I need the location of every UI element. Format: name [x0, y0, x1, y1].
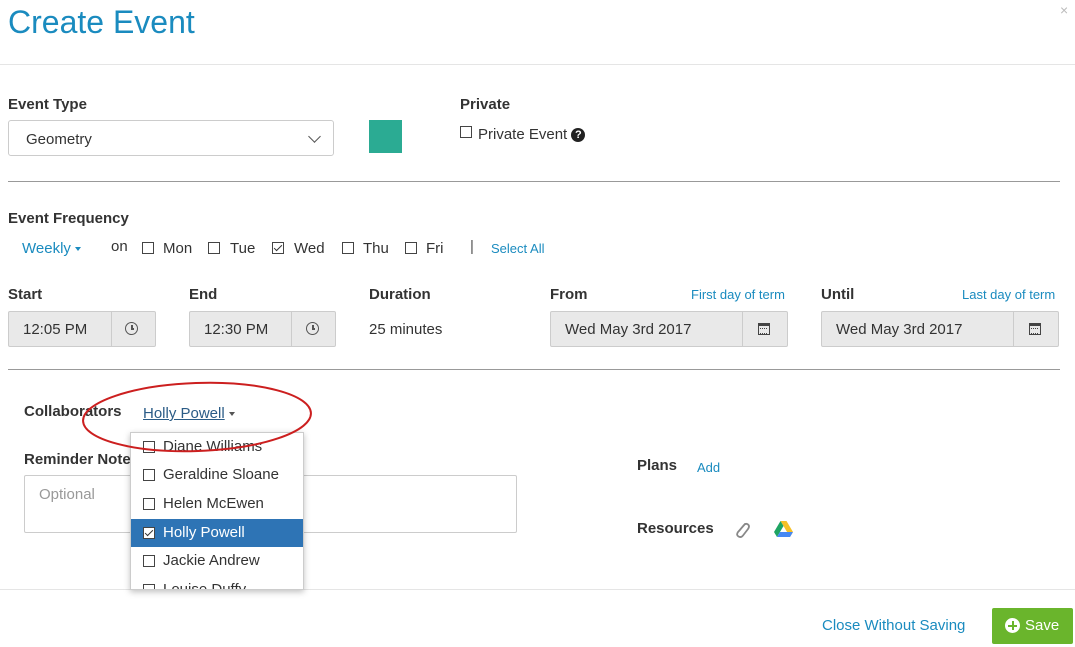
- event-color-swatch[interactable]: [369, 120, 402, 153]
- start-time-separator: [111, 312, 112, 346]
- collaborator-option-selected[interactable]: Holly Powell: [131, 519, 303, 547]
- plus-circle-icon: [1005, 618, 1020, 633]
- start-time-input[interactable]: 12:05 PM: [8, 311, 156, 347]
- end-time-input[interactable]: 12:30 PM: [189, 311, 336, 347]
- day-label-thu: Thu: [363, 240, 389, 257]
- day-checkbox-thu[interactable]: [342, 242, 354, 254]
- save-button[interactable]: Save: [992, 608, 1073, 644]
- until-label: Until: [821, 286, 855, 303]
- reminder-notes-label: Reminder Notes: [24, 451, 140, 468]
- frequency-value: Weekly: [22, 240, 71, 257]
- event-type-select[interactable]: Geometry: [8, 120, 334, 156]
- reminder-notes-placeholder: Optional: [39, 486, 95, 503]
- day-label-wed: Wed: [294, 240, 325, 257]
- collaborator-name: Helen McEwen: [163, 495, 264, 512]
- section-divider-1: [8, 181, 1060, 182]
- collaborators-dropdown[interactable]: Holly Powell: [143, 405, 235, 422]
- collaborator-checkbox[interactable]: [143, 469, 155, 481]
- private-label: Private: [460, 96, 511, 113]
- close-without-saving-link[interactable]: Close Without Saving: [822, 617, 965, 634]
- help-icon[interactable]: ?: [571, 128, 586, 142]
- event-type-label: Event Type: [8, 96, 87, 113]
- end-time-separator: [291, 312, 292, 346]
- from-label: From: [550, 286, 588, 303]
- collaborator-option[interactable]: Helen McEwen: [131, 490, 303, 518]
- private-event-text: Private Event ?: [478, 126, 586, 143]
- event-frequency-label: Event Frequency: [8, 210, 129, 227]
- section-divider-2: [8, 369, 1060, 370]
- collaborators-label: Collaborators: [24, 403, 122, 420]
- collaborators-menu[interactable]: Diane Williams Geraldine Sloane Helen Mc…: [130, 432, 304, 590]
- day-checkbox-tue[interactable]: [208, 242, 220, 254]
- collaborator-option[interactable]: Geraldine Sloane: [131, 461, 303, 489]
- collaborator-name: Louise Duffy: [163, 581, 247, 590]
- day-label-fri: Fri: [426, 240, 444, 257]
- last-day-of-term-link[interactable]: Last day of term: [962, 287, 1055, 302]
- collaborator-option[interactable]: Jackie Andrew: [131, 547, 303, 575]
- day-checkbox-mon[interactable]: [142, 242, 154, 254]
- end-time-value: 12:30 PM: [204, 321, 269, 338]
- close-icon[interactable]: ×: [1060, 2, 1068, 18]
- collaborator-checkbox[interactable]: [143, 498, 155, 510]
- frequency-divider: |: [470, 238, 474, 255]
- start-time-value: 12:05 PM: [23, 321, 88, 338]
- collaborator-checkbox[interactable]: [143, 584, 155, 589]
- collaborator-checkbox[interactable]: [143, 555, 155, 567]
- caret-down-icon: [74, 247, 81, 252]
- collaborator-checkbox[interactable]: [143, 441, 155, 453]
- day-checkbox-fri[interactable]: [405, 242, 417, 254]
- until-date-input[interactable]: Wed May 3rd 2017: [821, 311, 1059, 347]
- calendar-icon[interactable]: [1029, 323, 1041, 335]
- until-date-separator: [1013, 312, 1014, 346]
- day-label-tue: Tue: [230, 240, 256, 257]
- dialog-title: Create Event: [8, 4, 195, 40]
- resources-label: Resources: [637, 520, 714, 537]
- select-all-link[interactable]: Select All: [491, 241, 544, 256]
- collaborator-name: Geraldine Sloane: [163, 466, 279, 483]
- on-label: on: [111, 238, 128, 255]
- calendar-icon[interactable]: [758, 323, 770, 335]
- collaborator-checkbox[interactable]: [143, 527, 155, 539]
- collaborators-value: Holly Powell: [143, 405, 225, 422]
- google-drive-icon[interactable]: [774, 521, 793, 538]
- day-label-mon: Mon: [163, 240, 193, 257]
- event-type-value: Geometry: [26, 131, 92, 148]
- plans-add-link[interactable]: Add: [697, 460, 720, 475]
- clock-icon[interactable]: [125, 322, 138, 335]
- until-date-value: Wed May 3rd 2017: [836, 321, 963, 338]
- duration-label: Duration: [369, 286, 431, 303]
- collaborator-name: Diane Williams: [163, 438, 263, 455]
- chevron-down-icon: [308, 130, 321, 143]
- first-day-of-term-link[interactable]: First day of term: [691, 287, 785, 302]
- collaborator-name: Jackie Andrew: [163, 552, 260, 569]
- end-label: End: [189, 286, 218, 303]
- plans-label: Plans: [637, 457, 678, 474]
- clock-icon[interactable]: [306, 322, 319, 335]
- duration-value: 25 minutes: [369, 321, 443, 338]
- collaborator-option[interactable]: Louise Duffy: [131, 576, 303, 590]
- private-event-checkbox[interactable]: [460, 126, 472, 138]
- from-date-value: Wed May 3rd 2017: [565, 321, 692, 338]
- save-button-label: Save: [1025, 617, 1060, 634]
- from-date-input[interactable]: Wed May 3rd 2017: [550, 311, 788, 347]
- paperclip-icon[interactable]: [733, 520, 751, 540]
- collaborator-option[interactable]: Diane Williams: [131, 433, 303, 461]
- start-label: Start: [8, 286, 43, 303]
- collaborator-name: Holly Powell: [163, 524, 245, 541]
- day-checkbox-wed[interactable]: [272, 242, 284, 254]
- frequency-dropdown[interactable]: Weekly: [22, 240, 81, 257]
- from-date-separator: [742, 312, 743, 346]
- caret-down-icon: [228, 412, 235, 417]
- header-divider: [0, 64, 1075, 65]
- private-event-label: Private Event: [478, 126, 568, 143]
